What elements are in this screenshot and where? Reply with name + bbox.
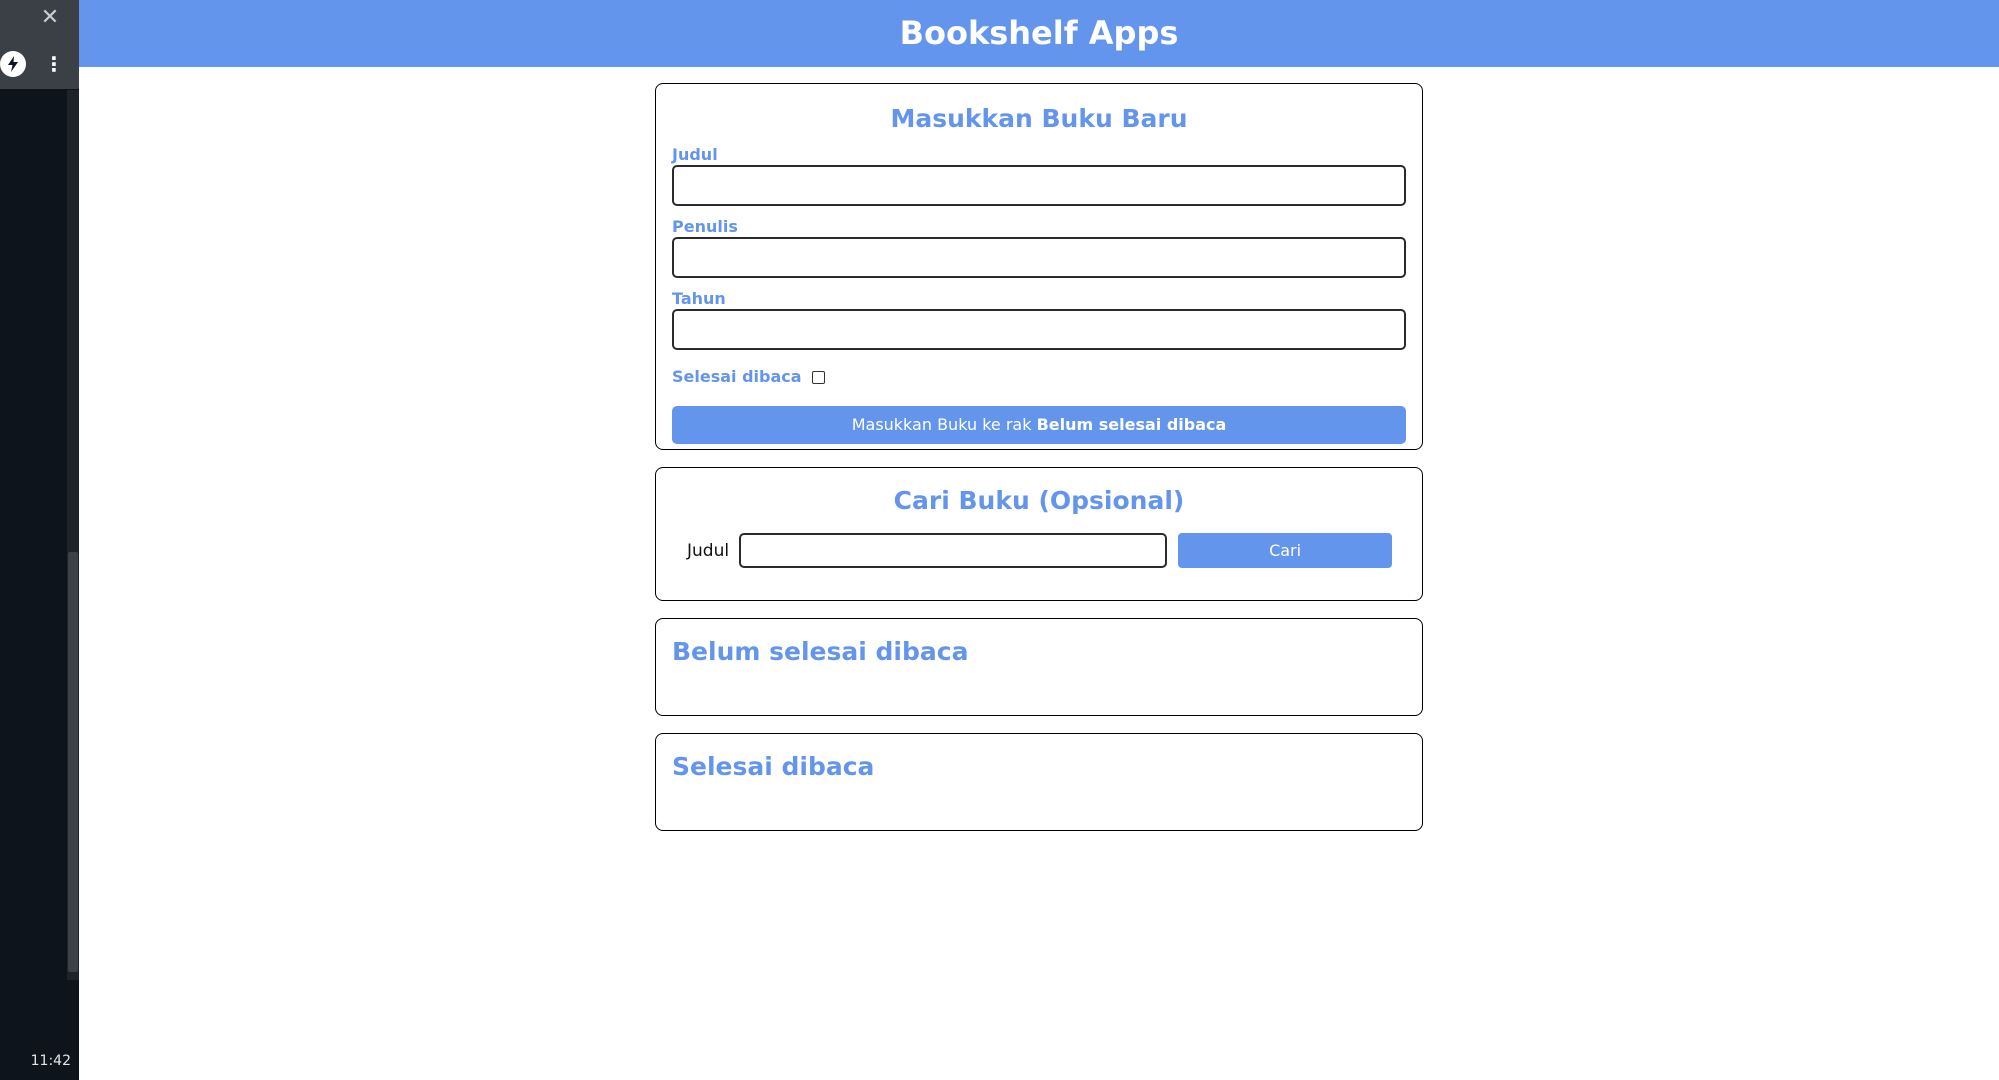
- author-input[interactable]: [672, 237, 1406, 278]
- close-icon[interactable]: ✕: [36, 4, 64, 32]
- input-book-section: Masukkan Buku Baru Judul Penulis Tahun S…: [655, 83, 1423, 450]
- year-label: Tahun: [672, 289, 726, 308]
- input-section-title: Masukkan Buku Baru: [890, 104, 1188, 133]
- incomplete-shelf-title: Belum selesai dibaca: [672, 637, 969, 666]
- side-scrollbar-thumb[interactable]: [68, 552, 78, 972]
- submit-book-button[interactable]: Masukkan Buku ke rak Belum selesai dibac…: [672, 406, 1406, 444]
- lightning-glyph: [8, 56, 18, 72]
- search-book-section: Cari Buku (Opsional) Judul Cari: [655, 467, 1423, 601]
- search-section-title: Cari Buku (Opsional): [893, 486, 1185, 515]
- page: Bookshelf Apps Masukkan Buku Baru Judul …: [79, 0, 1999, 1080]
- search-button[interactable]: Cari: [1178, 533, 1393, 568]
- search-input[interactable]: [739, 533, 1168, 568]
- lightning-icon[interactable]: [0, 51, 26, 77]
- complete-shelf-title: Selesai dibaca: [672, 752, 875, 781]
- title-input[interactable]: [672, 165, 1406, 206]
- author-label: Penulis: [672, 217, 738, 236]
- more-options-icon[interactable]: ⋮: [44, 50, 64, 78]
- submit-button-prefix: Masukkan Buku ke rak: [851, 415, 1032, 434]
- complete-bookshelf: Selesai dibaca: [655, 733, 1423, 831]
- complete-checkbox-label: Selesai dibaca: [672, 367, 802, 386]
- app-title: Bookshelf Apps: [79, 0, 1999, 67]
- complete-checkbox[interactable]: [811, 370, 825, 384]
- search-label: Judul: [687, 540, 730, 561]
- submit-button-target: Belum selesai dibaca: [1036, 415, 1227, 434]
- incomplete-bookshelf: Belum selesai dibaca: [655, 618, 1423, 716]
- clock: 11:42: [0, 1043, 79, 1080]
- year-input[interactable]: [672, 309, 1406, 350]
- title-label: Judul: [672, 145, 718, 164]
